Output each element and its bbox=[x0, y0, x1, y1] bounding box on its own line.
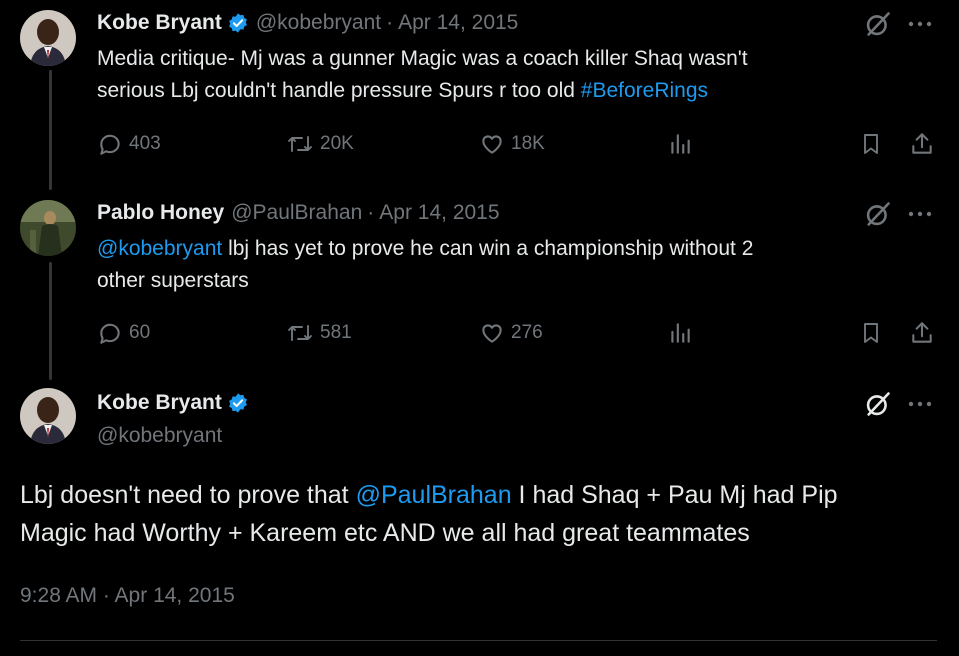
reply-button[interactable]: 403 bbox=[97, 129, 161, 159]
like-button[interactable]: 18K bbox=[479, 129, 545, 159]
verified-badge-icon bbox=[227, 392, 249, 414]
tweet-text-line: Magic had Worthy + Kareem etc AND we all… bbox=[20, 519, 750, 547]
tweet-text-line: I had Shaq + Pau Mj had Pip bbox=[511, 481, 838, 509]
tweet-text: @kobebryant lbj has yet to prove he can … bbox=[97, 233, 927, 297]
tweet-text-line: Lbj doesn't need to prove that bbox=[20, 481, 356, 509]
like-count: 276 bbox=[511, 322, 543, 343]
more-icon[interactable] bbox=[906, 204, 934, 224]
share-button[interactable] bbox=[909, 318, 935, 348]
share-icon bbox=[912, 322, 932, 343]
retweet-button[interactable]: 581 bbox=[286, 318, 352, 348]
handle[interactable]: @kobebryant bbox=[256, 11, 381, 35]
tweet-text-line: Media critique- Mj was a gunner Magic wa… bbox=[97, 47, 748, 70]
like-button[interactable]: 276 bbox=[479, 318, 543, 348]
display-name[interactable]: Kobe Bryant bbox=[97, 391, 222, 415]
display-name[interactable]: Kobe Bryant bbox=[97, 11, 222, 35]
like-count: 18K bbox=[511, 133, 545, 154]
tweet-handle-row: @kobebryant bbox=[97, 422, 222, 450]
avatar[interactable] bbox=[20, 10, 76, 66]
reply-icon bbox=[100, 323, 120, 344]
grok-icon[interactable] bbox=[864, 200, 892, 228]
more-icon[interactable] bbox=[906, 394, 934, 414]
views-button[interactable] bbox=[667, 129, 693, 159]
more-icon[interactable] bbox=[906, 14, 934, 34]
tweet-text-line: lbj has yet to prove he can win a champi… bbox=[222, 237, 754, 260]
hashtag-link[interactable]: #BeforeRings bbox=[581, 79, 708, 102]
avatar[interactable] bbox=[20, 388, 76, 444]
tweet-text-line: serious Lbj couldn't handle pressure Spu… bbox=[97, 79, 581, 102]
mention-link[interactable]: @PaulBrahan bbox=[356, 481, 512, 509]
bookmark-button[interactable] bbox=[859, 318, 883, 348]
tweet-header: Kobe Bryant bbox=[97, 389, 249, 417]
action-bar: 403 20K 18K bbox=[97, 129, 937, 159]
display-name[interactable]: Pablo Honey bbox=[97, 201, 224, 225]
share-button[interactable] bbox=[909, 129, 935, 159]
views-button[interactable] bbox=[667, 318, 693, 348]
grok-icon[interactable] bbox=[864, 390, 892, 418]
retweet-count: 20K bbox=[320, 133, 354, 154]
retweet-button[interactable]: 20K bbox=[286, 129, 354, 159]
tweet-timestamp[interactable]: 9:28 AM · Apr 14, 2015 bbox=[20, 584, 235, 608]
reply-count: 403 bbox=[129, 133, 161, 154]
handle[interactable]: @kobebryant bbox=[97, 424, 222, 448]
tweet-header: Pablo Honey @PaulBrahan · Apr 14, 2015 bbox=[97, 199, 500, 227]
bookmark-icon bbox=[864, 323, 878, 343]
retweet-icon bbox=[288, 136, 312, 152]
bookmark-icon bbox=[864, 134, 878, 154]
action-bar: 60 581 276 bbox=[97, 318, 937, 348]
reply-button[interactable]: 60 bbox=[97, 318, 150, 348]
reply-count: 60 bbox=[129, 322, 151, 343]
avatar[interactable] bbox=[20, 200, 76, 256]
like-icon bbox=[482, 135, 502, 154]
tweet-text: Media critique- Mj was a gunner Magic wa… bbox=[97, 43, 927, 107]
date[interactable]: Apr 14, 2015 bbox=[398, 11, 518, 35]
date[interactable]: Apr 14, 2015 bbox=[379, 201, 499, 225]
separator: · bbox=[367, 201, 375, 224]
verified-badge-icon bbox=[227, 12, 249, 34]
thread-connector bbox=[49, 70, 52, 190]
handle[interactable]: @PaulBrahan bbox=[231, 201, 362, 225]
views-icon bbox=[671, 323, 690, 343]
separator: · bbox=[386, 11, 394, 34]
tweet-text-line: other superstars bbox=[97, 269, 249, 292]
grok-icon[interactable] bbox=[864, 10, 892, 38]
tweet-header: Kobe Bryant @kobebryant · Apr 14, 2015 bbox=[97, 9, 518, 37]
tweet-thread: Kobe Bryant @kobebryant · Apr 14, 2015 M… bbox=[0, 0, 959, 656]
divider bbox=[20, 640, 937, 641]
bookmark-button[interactable] bbox=[859, 129, 883, 159]
main-tweet-text: Lbj doesn't need to prove that @PaulBrah… bbox=[20, 476, 940, 552]
reply-icon bbox=[100, 134, 120, 155]
retweet-icon bbox=[288, 325, 312, 341]
like-icon bbox=[482, 324, 502, 343]
retweet-count: 581 bbox=[320, 322, 352, 343]
mention-link[interactable]: @kobebryant bbox=[97, 237, 222, 260]
thread-connector bbox=[49, 262, 52, 380]
views-icon bbox=[671, 134, 690, 154]
share-icon bbox=[912, 133, 932, 154]
